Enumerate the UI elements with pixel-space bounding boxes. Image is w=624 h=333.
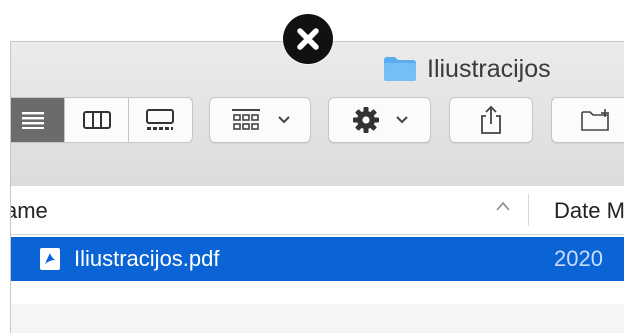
finder-window: Iliustracijos me Date M Iliustracijos.pd… [10, 41, 624, 333]
empty-row [11, 304, 624, 333]
window-title: Iliustracijos [383, 54, 551, 84]
new-folder-button[interactable] [551, 97, 624, 143]
share-button[interactable] [449, 97, 533, 143]
column-divider[interactable] [528, 194, 529, 226]
column-header-date[interactable]: Date M [554, 198, 624, 224]
title-bar: Iliustracijos [11, 42, 624, 187]
chevron-down-icon [395, 116, 408, 124]
window-title-text: Iliustracijos [427, 54, 551, 83]
file-name: Iliustracijos.pdf [74, 246, 220, 271]
list-view-icon [22, 112, 45, 129]
list-view-button[interactable] [11, 98, 66, 142]
gallery-view-button[interactable] [129, 98, 192, 142]
group-by-icon [232, 109, 260, 130]
close-button[interactable] [283, 14, 333, 64]
file-row[interactable]: Iliustracijos.pdf 2020 [11, 237, 624, 281]
list-header: ame Date M [11, 186, 624, 235]
share-icon [481, 105, 501, 134]
file-date: 2020 [554, 246, 603, 271]
group-by-button[interactable] [209, 97, 311, 143]
close-icon [297, 28, 319, 50]
toolbar [11, 97, 624, 143]
folder-icon [384, 57, 416, 81]
gear-icon [352, 107, 379, 133]
sort-ascending-icon [496, 201, 510, 211]
column-header-name[interactable]: ame [11, 198, 48, 224]
chevron-down-icon [278, 116, 290, 124]
pdf-icon [40, 248, 60, 270]
column-view-button[interactable] [65, 98, 129, 142]
new-folder-icon [581, 109, 609, 131]
column-view-icon [82, 111, 111, 129]
view-mode-selector [11, 97, 193, 143]
gallery-view-icon [146, 109, 175, 130]
action-menu-button[interactable] [328, 97, 431, 143]
